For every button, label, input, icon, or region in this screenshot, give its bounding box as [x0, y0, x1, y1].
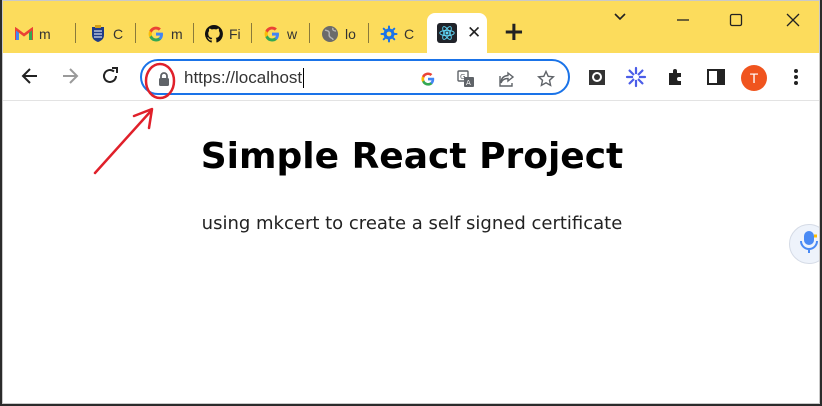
maximize-icon[interactable]	[729, 12, 743, 31]
lock-icon[interactable]	[154, 69, 174, 89]
new-tab-button[interactable]: +	[503, 19, 525, 45]
tab-label: Fi	[229, 26, 241, 42]
close-tab-icon[interactable]: ✕	[467, 23, 481, 43]
page-title: Simple React Project	[200, 136, 624, 177]
gear-icon	[380, 25, 398, 43]
reload-icon	[103, 67, 118, 83]
tab-label: C	[113, 26, 124, 42]
tab-label: lo	[345, 26, 356, 42]
tab-search-icon[interactable]	[613, 9, 627, 28]
tab-google-search-1[interactable]: m	[135, 15, 185, 53]
back-arrow-icon	[21, 68, 37, 84]
tab-strip: m C m Fi w lo C ✕ +	[3, 1, 819, 53]
browser-toolbar: https://localhost GA T	[3, 53, 819, 101]
address-bar[interactable]: https://localhost GA	[140, 59, 570, 95]
google-icon	[147, 25, 165, 43]
forward-button[interactable]	[59, 65, 81, 87]
svg-text:G: G	[460, 73, 465, 81]
browser-window: m C m Fi w lo C ✕ + https://localhost G …	[2, 0, 820, 404]
url-text[interactable]: https://localhost	[184, 68, 305, 88]
extensions-puzzle-icon[interactable]	[665, 66, 687, 88]
crest-icon	[89, 25, 107, 43]
svg-text:A: A	[466, 79, 471, 87]
menu-kebab-icon[interactable]	[785, 66, 807, 88]
tab-google-search-2[interactable]: w	[251, 15, 301, 53]
page-subtitle: using mkcert to create a self signed cer…	[201, 213, 623, 234]
microphone-icon	[800, 230, 818, 258]
google-lens-icon[interactable]	[418, 69, 438, 89]
tab-localhost[interactable]: lo	[309, 15, 359, 53]
tab-label: C	[404, 26, 415, 42]
close-window-icon[interactable]	[786, 12, 800, 31]
voice-assistant-button[interactable]	[789, 224, 819, 264]
tab-separator	[75, 23, 76, 43]
tab-label: w	[287, 26, 298, 42]
reload-button[interactable]	[99, 65, 121, 87]
tab-settings[interactable]: C	[368, 15, 418, 53]
share-icon[interactable]	[497, 69, 517, 89]
forward-arrow-icon	[63, 68, 79, 84]
gmail-icon	[15, 25, 33, 43]
extension-asterisk-icon[interactable]	[625, 66, 647, 88]
bookmark-star-icon[interactable]	[536, 69, 556, 89]
profile-avatar[interactable]: T	[741, 65, 767, 91]
tab-label: m	[39, 26, 51, 42]
react-icon	[437, 23, 457, 43]
tab-gmail[interactable]: m	[3, 15, 53, 53]
github-icon	[205, 25, 223, 43]
tab-github[interactable]: Fi	[193, 15, 243, 53]
tab-crest[interactable]: C	[77, 15, 127, 53]
translate-icon[interactable]: GA	[456, 69, 476, 89]
google-icon	[263, 25, 281, 43]
globe-icon	[321, 25, 339, 43]
extension-camera-icon[interactable]	[586, 66, 608, 88]
tab-active-react[interactable]: ✕	[427, 13, 487, 53]
back-button[interactable]	[19, 65, 41, 87]
minimize-icon[interactable]	[676, 12, 690, 31]
page-content: Simple React Project using mkcert to cre…	[3, 102, 819, 403]
side-panel-icon[interactable]	[705, 66, 727, 88]
tab-label: m	[171, 26, 183, 42]
